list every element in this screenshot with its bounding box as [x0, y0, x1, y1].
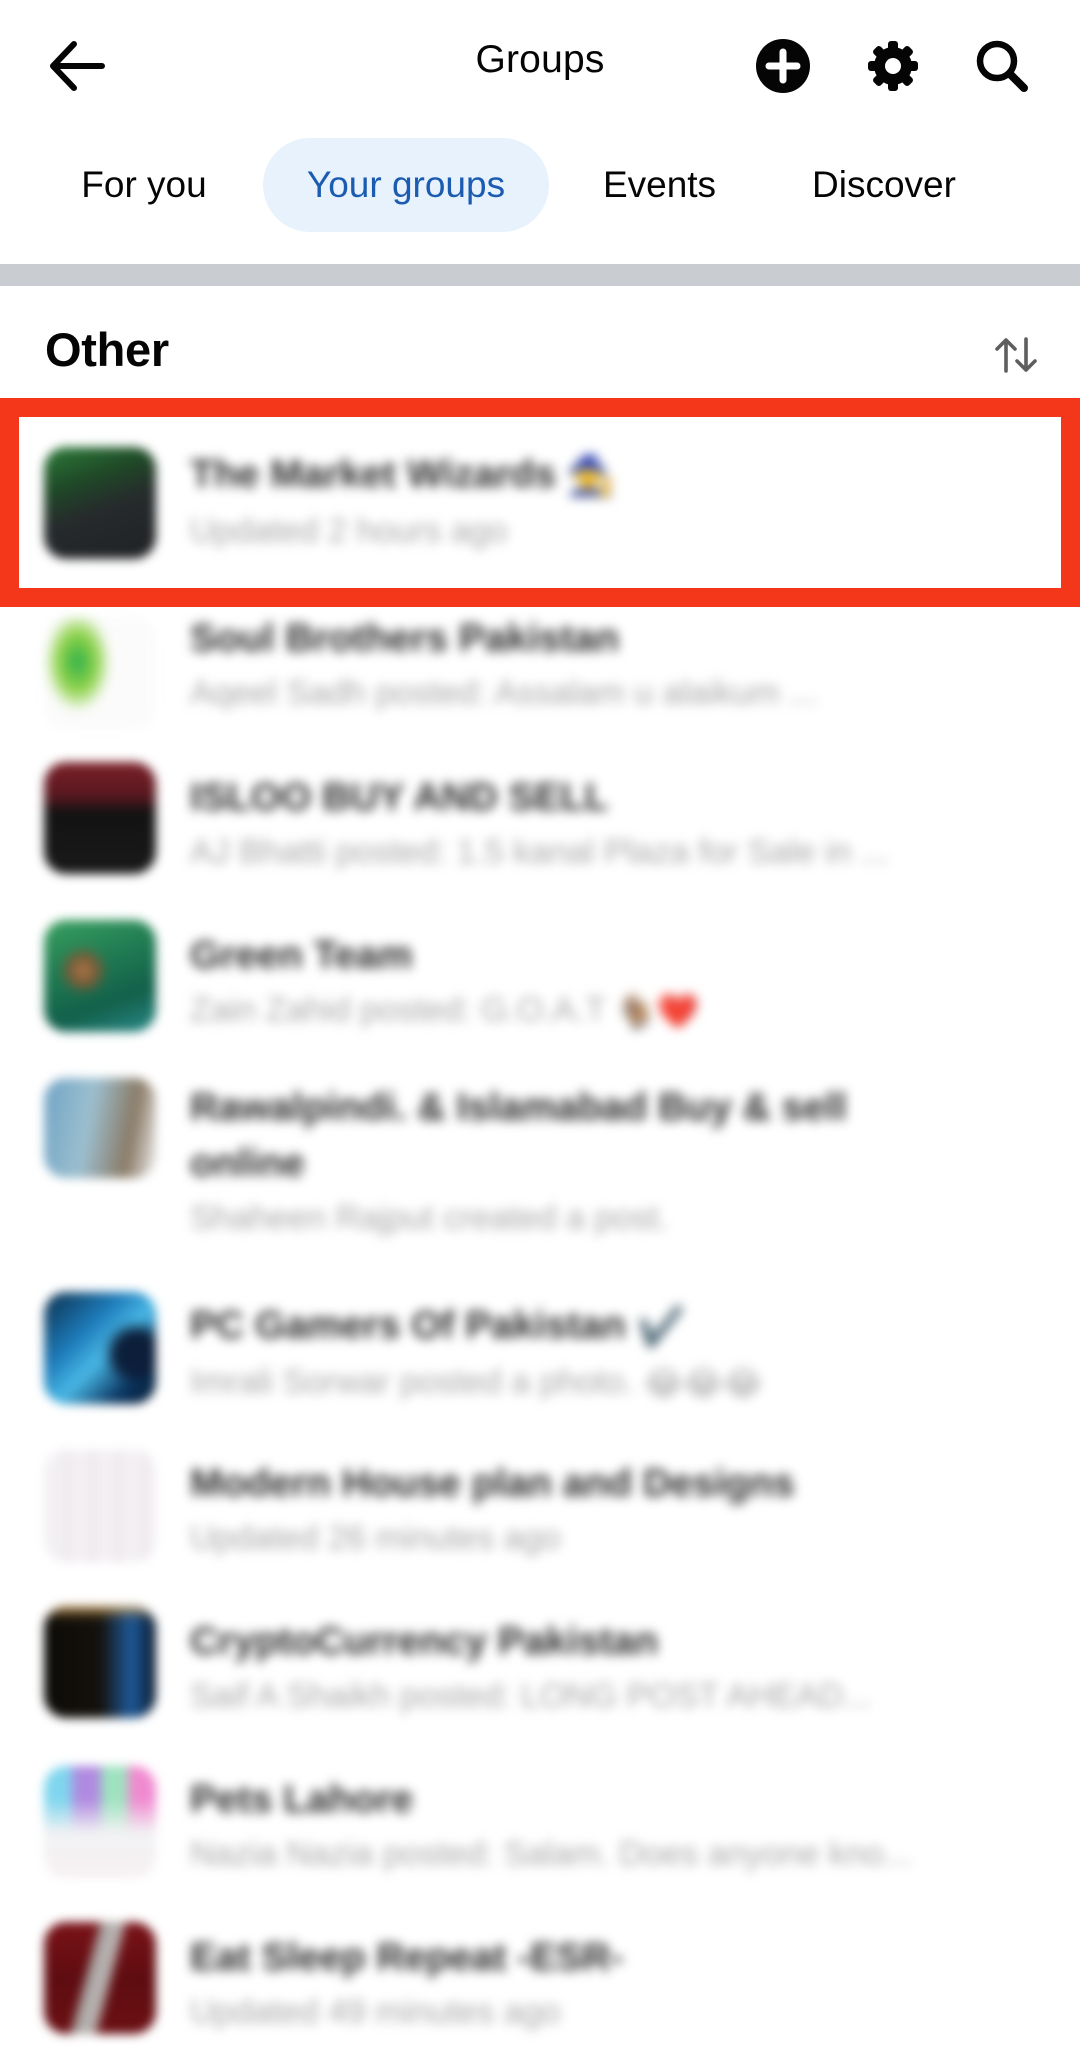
- tab-events[interactable]: Events: [572, 138, 747, 232]
- tab-for-you[interactable]: For you: [48, 138, 240, 232]
- group-text: Green Team Zain Zahid posted: G.O.A.T 🐐❤…: [190, 928, 1040, 1038]
- group-title: The Market Wizards: [190, 453, 556, 496]
- group-title: Pets Lahore: [190, 1778, 414, 1821]
- tab-discover[interactable]: Discover: [784, 138, 984, 232]
- group-text: Pets Lahore Nazia Nazia posted: Salam. D…: [190, 1772, 1040, 1880]
- group-avatar: [44, 762, 156, 874]
- group-row-eat-sleep-repeat[interactable]: Eat Sleep Repeat -ESR- Updated 49 minute…: [0, 1910, 1080, 2072]
- group-avatar: [44, 447, 156, 559]
- group-avatar: [44, 617, 156, 729]
- section-divider: [0, 264, 1080, 286]
- group-subtitle: Aqeel Sadh posted: Assalam u alaikum ...: [190, 674, 818, 712]
- group-row-pets-lahore[interactable]: Pets Lahore Nazia Nazia posted: Salam. D…: [0, 1752, 1080, 1910]
- group-avatar: [44, 1292, 156, 1404]
- sort-arrows-icon: [995, 337, 1037, 373]
- checkmark-emoji-icon: ✔️: [636, 1305, 686, 1349]
- group-title: CryptoCurrency Pakistan: [190, 1620, 659, 1663]
- group-list: The Market Wizards 🧙 Updated 2 hours ago…: [0, 0, 1080, 2072]
- group-avatar: [44, 1606, 156, 1718]
- section-title: Other: [45, 323, 169, 376]
- group-avatar: [44, 1766, 156, 1878]
- group-text: Modern House plan and Designs Updated 26…: [190, 1456, 1040, 1564]
- group-avatar: [44, 1922, 156, 2034]
- group-row-modern-house-plan[interactable]: Modern House plan and Designs Updated 26…: [0, 1436, 1080, 1594]
- back-button[interactable]: [44, 36, 110, 96]
- group-title: PC Gamers Of Pakistan: [190, 1304, 626, 1347]
- group-subtitle: Nazia Nazia posted: Salam. Does anyone k…: [190, 1835, 912, 1873]
- group-text: ISLOO BUY AND SELL AJ Bhatti posted: 1.5…: [190, 770, 1040, 878]
- gear-icon: [868, 41, 918, 91]
- top-app-bar: Groups: [0, 0, 1080, 130]
- group-row-soul-brothers-pakistan[interactable]: Soul Brothers Pakistan Aqeel Sadh posted…: [0, 607, 1080, 747]
- arrow-left-icon: [50, 41, 105, 91]
- group-text: Rawalpindi. & Islamabad Buy & sell onlin…: [190, 1080, 1040, 1244]
- group-subtitle: Imrali Sorwar posted a photo.: [190, 1362, 635, 1401]
- tab-your-groups[interactable]: Your groups: [263, 138, 549, 232]
- group-avatar: [44, 1450, 156, 1562]
- group-title: Soul Brothers Pakistan: [190, 617, 620, 660]
- create-group-button[interactable]: [751, 34, 815, 98]
- group-text: PC Gamers Of Pakistan ✔️ Imrali Sorwar p…: [190, 1298, 1040, 1410]
- group-title: Eat Sleep Repeat -ESR-: [190, 1936, 624, 1979]
- group-text: The Market Wizards 🧙 Updated 2 hours ago: [190, 447, 1040, 557]
- group-row-rawalpindi-islamabad-buy-sell[interactable]: Rawalpindi. & Islamabad Buy & sell onlin…: [0, 1066, 1080, 1278]
- group-subtitle: Zain Zahid posted: G.O.A.T: [190, 991, 606, 1029]
- group-title: Rawalpindi. & Islamabad Buy & sell onlin…: [190, 1086, 847, 1185]
- group-subtitle: Shaheen Rajput created a post.: [190, 1199, 669, 1237]
- group-subtitle: Updated 26 minutes ago: [190, 1519, 561, 1557]
- group-row-the-market-wizards[interactable]: The Market Wizards 🧙 Updated 2 hours ago: [0, 417, 1080, 589]
- group-subtitle: Updated 2 hours ago: [190, 511, 508, 550]
- plus-circle-icon: [756, 39, 810, 93]
- group-text: Soul Brothers Pakistan Aqeel Sadh posted…: [190, 611, 1040, 719]
- group-row-isloo-buy-and-sell[interactable]: ISLOO BUY AND SELL AJ Bhatti posted: 1.5…: [0, 750, 1080, 908]
- group-row-green-team[interactable]: Green Team Zain Zahid posted: G.O.A.T 🐐❤…: [0, 908, 1080, 1066]
- group-title: Green Team: [190, 934, 413, 977]
- settings-button[interactable]: [861, 34, 925, 98]
- laughing-emoji-icon: 😂😂😂: [643, 1364, 763, 1403]
- search-button[interactable]: [970, 34, 1034, 98]
- group-row-pc-gamers-of-pakistan[interactable]: PC Gamers Of Pakistan ✔️ Imrali Sorwar p…: [0, 1278, 1080, 1436]
- group-title: ISLOO BUY AND SELL: [190, 776, 609, 819]
- group-title: Modern House plan and Designs: [190, 1462, 795, 1505]
- tab-bar: For you Your groups Events Discover: [0, 138, 1080, 234]
- search-icon: [976, 40, 1028, 92]
- group-text: CryptoCurrency Pakistan Saif A Shaikh po…: [190, 1614, 1040, 1722]
- group-subtitle: Saif A Shaikh posted: LONG POST AHEAD...: [190, 1677, 872, 1715]
- group-subtitle: Updated 49 minutes ago: [190, 1993, 561, 2031]
- wizard-emoji-icon: 🧙: [566, 454, 616, 498]
- group-avatar: [44, 920, 156, 1032]
- group-text: Eat Sleep Repeat -ESR- Updated 49 minute…: [190, 1930, 1040, 2038]
- group-row-cryptocurrency-pakistan[interactable]: CryptoCurrency Pakistan Saif A Shaikh po…: [0, 1594, 1080, 1752]
- goat-heart-emoji-icon: 🐐❤️: [614, 993, 700, 1032]
- sort-button[interactable]: [986, 330, 1046, 380]
- group-subtitle: AJ Bhatti posted: 1.5 kanal Plaza for Sa…: [190, 833, 890, 871]
- group-avatar: [44, 1078, 156, 1178]
